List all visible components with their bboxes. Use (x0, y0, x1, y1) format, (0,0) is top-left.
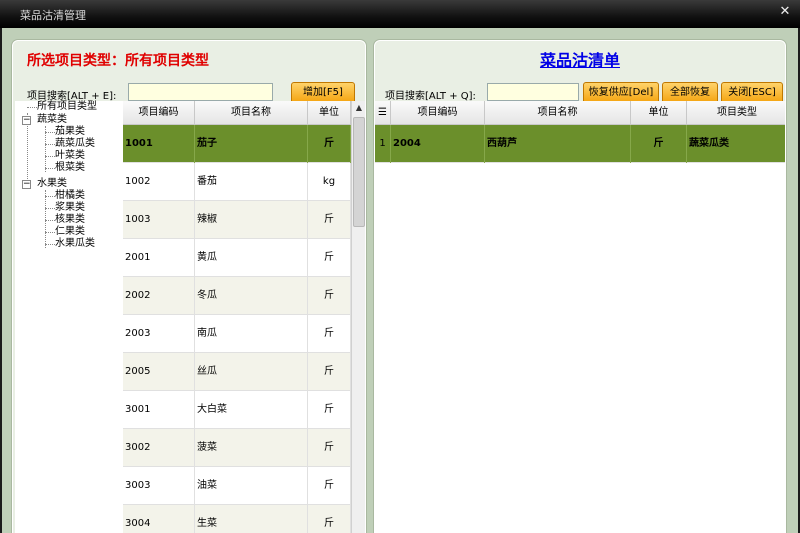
table-row[interactable]: 3003 油菜斤 (123, 467, 351, 505)
cell-code: 2004 (391, 125, 485, 163)
table-row[interactable]: 3001 大白菜斤 (123, 391, 351, 429)
table-row[interactable]: 3002 菠菜斤 (123, 429, 351, 467)
table-row[interactable]: 2002 冬瓜斤 (123, 277, 351, 315)
column-header-code[interactable]: 项目编码 (123, 101, 195, 125)
item-table: 项目编码 项目名称 单位 1001 茄子斤 1002 番茄 kg 1003 辣椒斤 2001 黄… (123, 101, 365, 533)
soldout-search-input[interactable] (487, 83, 579, 101)
cell-code: 3003 (123, 467, 195, 505)
tree-node-leaf[interactable]: 核果类 (55, 214, 85, 226)
close-icon[interactable]: ✕ (777, 4, 793, 20)
cell-code: 3002 (123, 429, 195, 467)
scroll-thumb[interactable] (353, 117, 365, 227)
cell-code: 2002 (123, 277, 195, 315)
cell-unit: 斤 (308, 467, 351, 505)
cell-code: 3004 (123, 505, 195, 533)
column-header-unit[interactable]: 单位 (631, 101, 687, 125)
soldout-table: ☰ 项目编码 项目名称 单位 项目类型 1 2004 西葫芦斤蔬菜瓜类 (375, 101, 785, 533)
collapse-icon[interactable]: − (22, 116, 31, 125)
category-tree: 所有项目类型 − 蔬菜类 茄果类 蔬菜瓜类 叶菜类 根菜类 − 水果类 柑橘类 … (15, 101, 123, 533)
item-search-label: 项目搜索[ALT + E]: (27, 91, 117, 102)
column-header-name[interactable]: 项目名称 (485, 101, 631, 125)
tree-node-leaf[interactable]: 柑橘类 (55, 190, 85, 202)
scroll-up-icon[interactable]: ▲ (352, 101, 365, 115)
cell-name: 大白菜 (195, 391, 308, 429)
cell-code: 1001 (123, 125, 195, 163)
cell-unit: 斤 (308, 239, 351, 277)
cell-type: 蔬菜瓜类 (689, 138, 729, 149)
column-header-name[interactable]: 项目名称 (195, 101, 308, 125)
selected-type-label: 所选项目类型：所有项目类型 (27, 53, 209, 69)
table-row[interactable]: 2003 南瓜斤 (123, 315, 351, 353)
cell-unit: 斤 (308, 391, 351, 429)
cell-name: 菠菜 (195, 429, 308, 467)
cell-code: 1002 (123, 163, 195, 201)
cell-name: 番茄 (195, 163, 308, 201)
row-selector-icon: ☰ (375, 101, 391, 125)
cell-name: 辣椒 (195, 201, 308, 239)
soldout-list-title: 菜品沽清单 (539, 51, 620, 70)
cell-unit: 斤 (308, 201, 351, 239)
tree-node-fruits[interactable]: 水果类 (37, 178, 67, 190)
tree-node-leaf[interactable]: 蔬菜瓜类 (55, 138, 95, 150)
cell-unit: 斤 (308, 277, 351, 315)
tree-node-leaf[interactable]: 叶菜类 (55, 150, 85, 162)
cell-name: 油菜 (195, 467, 308, 505)
tree-node-leaf[interactable]: 仁果类 (55, 226, 85, 238)
cell-unit: 斤 (308, 505, 351, 533)
cell-code: 2003 (123, 315, 195, 353)
table-header: 项目编码 项目名称 单位 (123, 101, 351, 125)
cell-unit: kg (308, 163, 351, 201)
table-row[interactable]: 2005 丝瓜斤 (123, 353, 351, 391)
cell-code: 2005 (123, 353, 195, 391)
cell-name: 黄瓜 (195, 239, 308, 277)
cell-name: 西葫芦 (485, 125, 631, 163)
table-row[interactable]: 1001 茄子斤 (123, 125, 351, 163)
tree-node-leaf[interactable]: 浆果类 (55, 202, 85, 214)
cell-index: 1 (375, 125, 391, 163)
table-row[interactable]: 2001 黄瓜斤 (123, 239, 351, 277)
cell-unit: 斤 (308, 429, 351, 467)
cell-name: 生菜 (195, 505, 308, 533)
cell-unit: 斤 (631, 125, 687, 163)
item-table-scrollbar[interactable]: ▲ (351, 101, 365, 533)
table-row[interactable]: 1003 辣椒斤 (123, 201, 351, 239)
cell-unit: 斤 (308, 315, 351, 353)
cell-name: 冬瓜 (195, 277, 308, 315)
cell-unit: 斤 (308, 125, 351, 163)
tree-node-leaf[interactable]: 茄果类 (55, 126, 85, 138)
column-header-type[interactable]: 项目类型 (687, 101, 785, 125)
tree-node-leaf[interactable]: 水果瓜类 (55, 238, 95, 250)
cell-code: 2001 (123, 239, 195, 277)
title-bar: 菜品沽清管理 ✕ (0, 0, 800, 28)
tree-node-leaf[interactable]: 根菜类 (55, 162, 85, 174)
table-header: ☰ 项目编码 项目名称 单位 项目类型 (375, 101, 785, 125)
collapse-icon[interactable]: − (22, 180, 31, 189)
cell-code: 3001 (123, 391, 195, 429)
table-row[interactable]: 1002 番茄 kg (123, 163, 351, 201)
column-header-code[interactable]: 项目编码 (391, 101, 485, 125)
cell-code: 1003 (123, 201, 195, 239)
tree-node-root[interactable]: 所有项目类型 (37, 101, 97, 113)
item-panel: 所选项目类型：所有项目类型 项目搜索[ALT + E]: 增加[F5] 所有项目… (12, 40, 366, 533)
soldout-search-label: 项目搜索[ALT + Q]: (385, 91, 476, 102)
cell-name: 丝瓜 (195, 353, 308, 391)
window-title: 菜品沽清管理 (20, 9, 86, 22)
soldout-panel: 菜品沽清单 项目搜索[ALT + Q]: 恢复供应[Del] 全部恢复 关闭[E… (374, 40, 786, 533)
window-client: 所选项目类型：所有项目类型 项目搜索[ALT + E]: 增加[F5] 所有项目… (2, 28, 798, 533)
table-row[interactable]: 3004 生菜斤 (123, 505, 351, 533)
column-header-unit[interactable]: 单位 (308, 101, 351, 125)
table-row[interactable]: 1 2004 西葫芦斤蔬菜瓜类 (375, 125, 785, 163)
cell-name: 茄子 (195, 125, 308, 163)
tree-node-vegetables[interactable]: 蔬菜类 (37, 114, 67, 126)
item-search-input[interactable] (128, 83, 273, 101)
cell-unit: 斤 (308, 353, 351, 391)
cell-name: 南瓜 (195, 315, 308, 353)
